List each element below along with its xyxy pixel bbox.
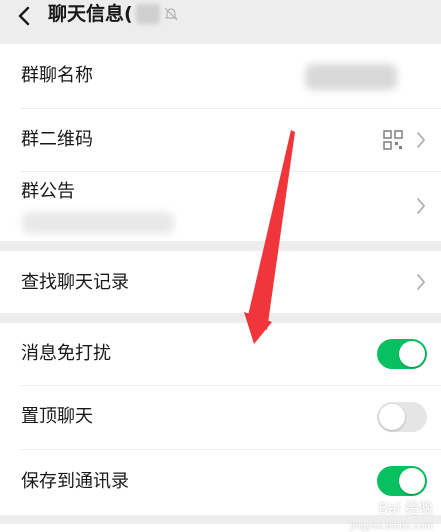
save-contacts-toggle[interactable] [377, 466, 427, 496]
watermark-url: jingyan.baidu.com [349, 522, 433, 532]
chevron-right-icon [417, 198, 425, 214]
blurred-announcement-text [22, 212, 174, 234]
pin-chat-label: 置顶聊天 [21, 406, 93, 427]
save-contacts-row: 保存到通讯录 [0, 450, 441, 515]
save-contacts-label: 保存到通讯录 [21, 471, 129, 492]
group-name-label: 群聊名称 [21, 65, 93, 86]
group-name-row[interactable]: 群聊名称 [0, 44, 441, 108]
announcement-row[interactable]: 群公告 [0, 172, 441, 241]
chevron-right-icon [417, 132, 425, 148]
qr-code-label: 群二维码 [21, 129, 93, 150]
chat-options-section: 消息免打扰 置顶聊天 保存到通讯录 [0, 323, 441, 515]
watermark: Bai 经验 [378, 501, 433, 517]
pin-chat-toggle[interactable] [377, 402, 427, 432]
announcement-label: 群公告 [21, 181, 75, 202]
search-history-row[interactable]: 查找聊天记录 [0, 251, 441, 313]
qr-code-row[interactable]: 群二维码 [0, 109, 441, 171]
toggle-knob [399, 468, 425, 494]
search-section: 查找聊天记录 [0, 251, 441, 313]
mute-row: 消息免打扰 [0, 323, 441, 385]
qr-code-icon [383, 130, 403, 150]
mute-toggle[interactable] [377, 339, 427, 369]
chevron-right-icon [417, 274, 425, 290]
toggle-knob [399, 341, 425, 367]
toggle-knob [379, 404, 405, 430]
chevron-left-icon[interactable] [14, 5, 36, 27]
top-bar: 聊天信息( [0, 0, 441, 44]
blurred-group-name [305, 64, 397, 90]
mute-label: 消息免打扰 [21, 343, 111, 364]
group-info-section: 群聊名称 群二维码 群公告 [0, 44, 441, 241]
page-title: 聊天信息( [48, 3, 133, 25]
blurred-member-count [136, 4, 160, 24]
bell-off-icon [164, 7, 178, 21]
pin-chat-row: 置顶聊天 [0, 386, 441, 449]
search-history-label: 查找聊天记录 [21, 272, 129, 293]
